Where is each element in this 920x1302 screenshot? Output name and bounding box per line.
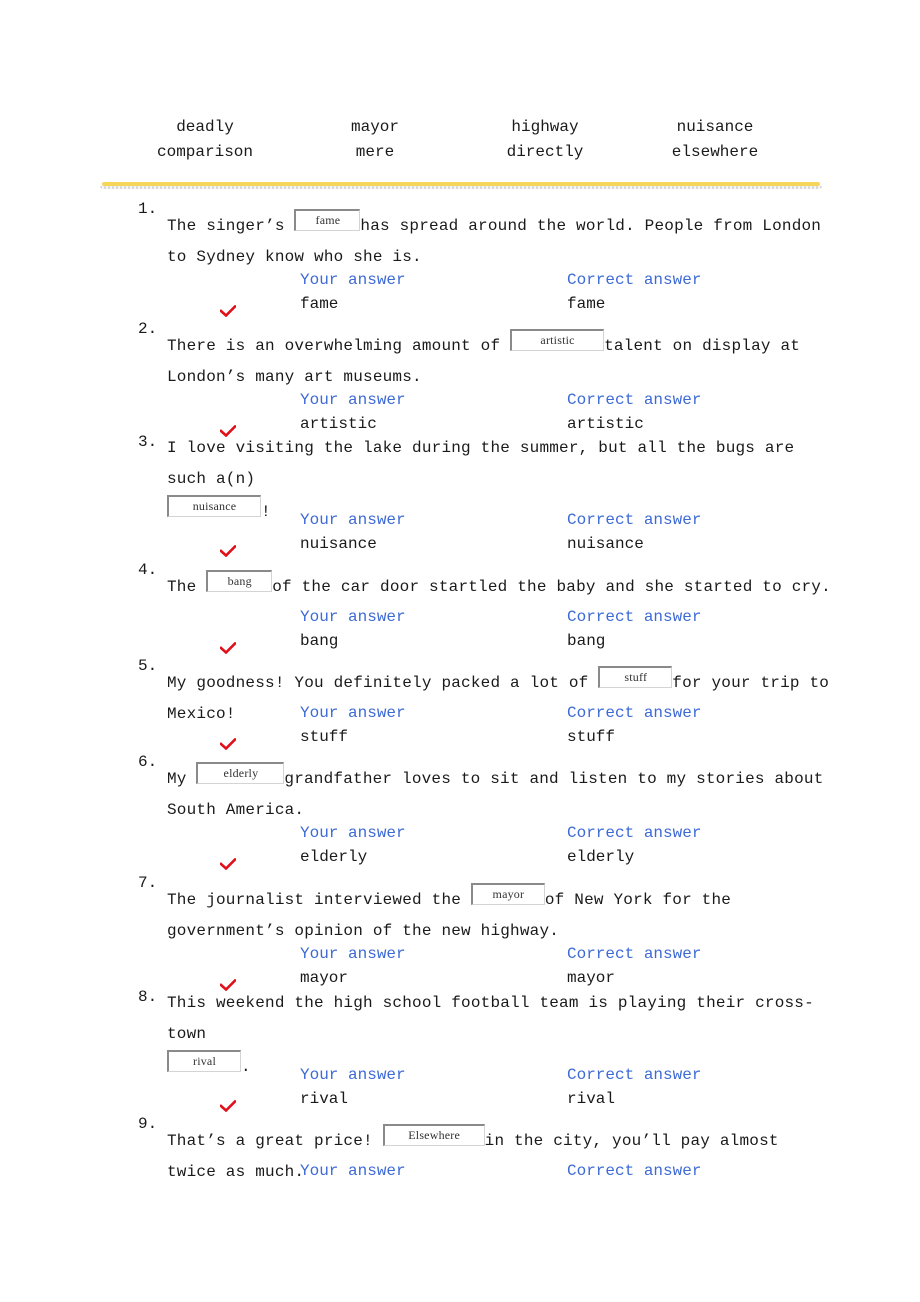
word-bank-word: nuisance: [676, 118, 754, 136]
question-text-after: !: [261, 503, 271, 521]
correct-answer-label: Correct answer: [567, 945, 702, 963]
answer-blank-input[interactable]: nuisance: [167, 495, 261, 517]
correct-answer-value: elderly: [567, 848, 635, 866]
word-bank-row: deadly mayor highway nuisance: [120, 118, 800, 143]
answer-blank-input[interactable]: rival: [167, 1050, 241, 1072]
word-bank: deadly mayor highway nuisance comparison…: [120, 118, 800, 168]
question-text: This weekend the high school football te…: [167, 988, 837, 1083]
section-divider: [98, 180, 822, 190]
answer-blank-input[interactable]: artistic: [510, 329, 605, 351]
question-text: The journalist interviewed the mayor of N…: [167, 883, 837, 947]
answer-blank-input[interactable]: fame: [294, 209, 361, 231]
correct-answer-label: Correct answer: [567, 391, 702, 409]
correct-answer-label: Correct answer: [567, 1066, 702, 1084]
your-answer-value: artistic: [300, 415, 377, 433]
question-text-before: That’s a great price!: [167, 1132, 383, 1150]
correct-answer-label: Correct answer: [567, 271, 702, 289]
word-bank-word: elsewhere: [671, 143, 759, 161]
correct-answer-value: nuisance: [567, 535, 644, 553]
word-bank-word: mayor: [350, 118, 399, 136]
checkmark-icon: [219, 544, 237, 558]
question-text-before: My goodness! You definitely packed a lot…: [167, 674, 599, 692]
word-bank-row: comparison mere directly elsewhere: [120, 143, 800, 168]
question-text-after: .: [241, 1058, 251, 1076]
your-answer-label: Your answer: [300, 824, 406, 842]
your-answer-value: rival: [300, 1090, 349, 1108]
answer-blank-input[interactable]: stuff: [598, 666, 673, 688]
word-bank-word: highway: [511, 118, 579, 136]
checkmark-icon: [219, 641, 237, 655]
your-answer-value: mayor: [300, 969, 349, 987]
question-text: My goodness! You definitely packed a lot…: [167, 666, 837, 730]
question-number: 6.: [138, 753, 158, 771]
correct-answer-label: Correct answer: [567, 704, 702, 722]
your-answer-label: Your answer: [300, 271, 406, 289]
word-bank-word: comparison: [156, 143, 253, 161]
your-answer-value: stuff: [300, 728, 349, 746]
your-answer-label: Your answer: [300, 945, 406, 963]
question-text-before: I love visiting the lake during the summ…: [167, 439, 795, 488]
question-text-before: The singer’s: [167, 217, 295, 235]
your-answer-label: Your answer: [300, 704, 406, 722]
your-answer-label: Your answer: [300, 511, 406, 529]
checkmark-icon: [219, 737, 237, 751]
question-text: The singer’s fame has spread around the w…: [167, 209, 837, 273]
correct-answer-value: bang: [567, 632, 606, 650]
correct-answer-label: Correct answer: [567, 1162, 702, 1180]
correct-answer-value: mayor: [567, 969, 616, 987]
correct-answer-value: rival: [567, 1090, 616, 1108]
correct-answer-label: Correct answer: [567, 824, 702, 842]
your-answer-label: Your answer: [300, 391, 406, 409]
checkmark-icon: [219, 1099, 237, 1113]
your-answer-label: Your answer: [300, 608, 406, 626]
question-text-before: This weekend the high school football te…: [167, 994, 814, 1043]
your-answer-value: fame: [300, 295, 339, 313]
answer-blank-input[interactable]: mayor: [470, 883, 545, 905]
checkmark-icon: [219, 857, 237, 871]
question-text-before: The journalist interviewed the: [167, 891, 471, 909]
question-number: 7.: [138, 874, 158, 892]
question-text: My elderly grandfather loves to sit and l…: [167, 762, 837, 826]
word-bank-word: directly: [506, 143, 584, 161]
your-answer-label: Your answer: [300, 1066, 406, 1084]
answer-blank-input[interactable]: bang: [206, 570, 273, 592]
answer-blank-input[interactable]: elderly: [196, 762, 285, 784]
your-answer-label: Your answer: [300, 1162, 406, 1180]
question-text-after: of the car door startled the baby and sh…: [272, 578, 831, 596]
question-text-before: My: [167, 770, 197, 788]
divider-shadow: [100, 186, 822, 189]
question-text-before: The: [167, 578, 207, 596]
question-text: There is an overwhelming amount of artis…: [167, 329, 837, 393]
question-number: 8.: [138, 988, 158, 1006]
question-number: 9.: [138, 1115, 158, 1133]
your-answer-value: elderly: [300, 848, 368, 866]
question-text: I love visiting the lake during the summ…: [167, 433, 837, 528]
question-number: 4.: [138, 561, 158, 579]
correct-answer-value: artistic: [567, 415, 644, 433]
question-number: 3.: [138, 433, 158, 451]
question-text-before: There is an overwhelming amount of: [167, 337, 511, 355]
correct-answer-value: fame: [567, 295, 606, 313]
question-text: That’s a great price! Elsewhere in the ci…: [167, 1124, 837, 1188]
checkmark-icon: [219, 304, 237, 318]
correct-answer-value: stuff: [567, 728, 616, 746]
answer-blank-input[interactable]: Elsewhere: [382, 1124, 485, 1146]
question-number: 5.: [138, 657, 158, 675]
word-bank-word: mere: [355, 143, 395, 161]
your-answer-value: bang: [300, 632, 339, 650]
word-bank-word: deadly: [176, 118, 234, 136]
your-answer-value: nuisance: [300, 535, 377, 553]
correct-answer-label: Correct answer: [567, 511, 702, 529]
question-number: 1.: [138, 200, 158, 218]
question-text: The bang of the car door startled the bab…: [167, 570, 837, 603]
correct-answer-label: Correct answer: [567, 608, 702, 626]
question-number: 2.: [138, 320, 158, 338]
